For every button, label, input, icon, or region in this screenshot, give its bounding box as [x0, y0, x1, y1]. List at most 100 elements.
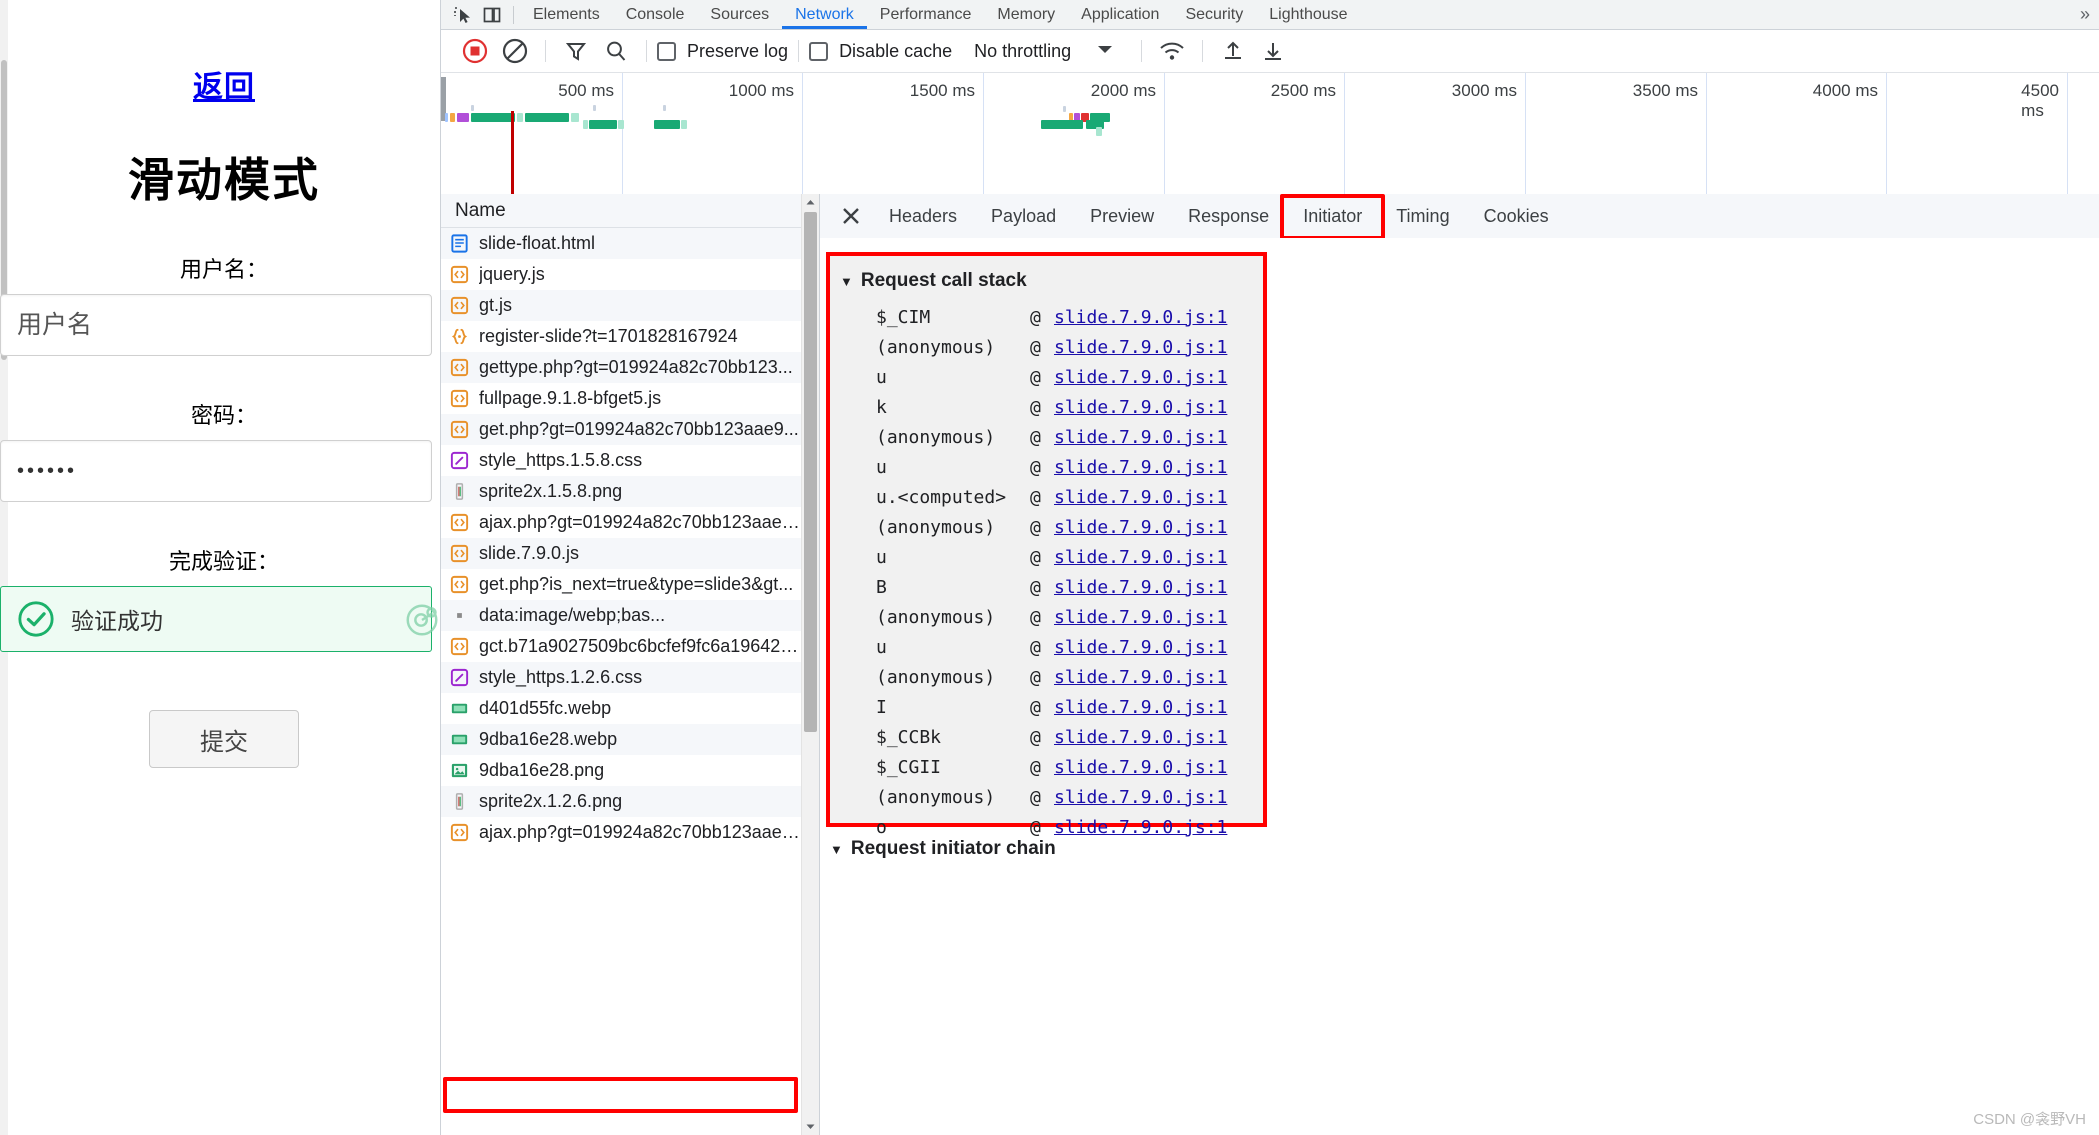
scroll-up-arrow-icon[interactable] [802, 194, 819, 211]
detail-tab-timing[interactable]: Timing [1379, 195, 1466, 238]
import-har-icon[interactable] [1213, 35, 1253, 67]
call-stack-source-link[interactable]: slide.7.9.0.js:1 [1054, 577, 1227, 598]
request-row[interactable]: sprite2x.1.5.8.png [441, 476, 802, 507]
call-stack-source-link[interactable]: slide.7.9.0.js:1 [1054, 787, 1227, 808]
submit-button[interactable]: 提交 [149, 710, 299, 768]
triangle-down-icon[interactable]: ▼ [840, 274, 853, 289]
preserve-log-checkbox[interactable]: Preserve log [657, 41, 788, 62]
request-row[interactable]: ajax.php?gt=019924a82c70bb123aae9... [441, 817, 802, 848]
triangle-down-icon[interactable]: ▼ [830, 842, 843, 857]
detail-tab-initiator[interactable]: Initiator [1286, 195, 1379, 238]
call-stack-source-link[interactable]: slide.7.9.0.js:1 [1054, 367, 1227, 388]
network-toolbar: Preserve log Disable cache No throttling [441, 30, 2099, 73]
network-conditions-icon[interactable] [1152, 35, 1192, 67]
back-link[interactable]: 返回 [8, 62, 440, 106]
request-name: get.php?gt=019924a82c70bb123aae9... [479, 419, 799, 439]
tab-security[interactable]: Security [1172, 1, 1256, 29]
call-stack-source-link[interactable]: slide.7.9.0.js:1 [1054, 697, 1227, 718]
call-stack-source-link[interactable]: slide.7.9.0.js:1 [1054, 727, 1227, 748]
disable-cache-checkbox[interactable]: Disable cache [809, 41, 952, 62]
call-stack-row: $_CGII @ slide.7.9.0.js:1 [830, 752, 1263, 782]
call-stack-source-link[interactable]: slide.7.9.0.js:1 [1054, 457, 1227, 478]
throttling-select[interactable]: No throttling [974, 41, 1071, 62]
call-stack-row: I @ slide.7.9.0.js:1 [830, 692, 1263, 722]
tab-lighthouse[interactable]: Lighthouse [1256, 1, 1360, 29]
page-scrollbar-track[interactable] [0, 0, 8, 1135]
tab-elements[interactable]: Elements [520, 1, 613, 29]
search-icon[interactable] [596, 35, 636, 67]
call-stack-source-link[interactable]: slide.7.9.0.js:1 [1054, 397, 1227, 418]
export-har-icon[interactable] [1253, 35, 1293, 67]
request-row[interactable]: get.php?is_next=true&type=slide3&gt... [441, 569, 802, 600]
request-row[interactable]: gettype.php?gt=019924a82c70bb123... [441, 352, 802, 383]
request-row[interactable]: 9dba16e28.png [441, 755, 802, 786]
script-icon [450, 575, 469, 594]
request-row[interactable]: 9dba16e28.webp [441, 724, 802, 755]
tab-performance[interactable]: Performance [867, 1, 985, 29]
request-row[interactable]: jquery.js [441, 259, 802, 290]
inspect-element-icon[interactable] [447, 3, 477, 27]
username-input[interactable]: 用户名 [0, 294, 432, 356]
requests-scrollbar[interactable] [801, 194, 819, 1135]
tab-network[interactable]: Network [782, 1, 867, 29]
call-stack-header[interactable]: ▼ Request call stack [830, 256, 1263, 302]
tab-sources[interactable]: Sources [697, 1, 782, 29]
preserve-log-box[interactable] [657, 41, 676, 61]
request-row[interactable]: sprite2x.1.2.6.png [441, 786, 802, 817]
overview-bar [618, 120, 624, 129]
request-name: gettype.php?gt=019924a82c70bb123... [479, 357, 793, 377]
detail-tab-cookies[interactable]: Cookies [1467, 195, 1566, 238]
call-stack-title: Request call stack [860, 270, 1027, 291]
network-overview-timeline[interactable]: 500 ms 1000 ms 1500 ms 2000 ms 2500 ms 3000 m… [441, 73, 2099, 196]
tab-console[interactable]: Console [613, 1, 698, 29]
call-stack-source-link[interactable]: slide.7.9.0.js:1 [1054, 427, 1227, 448]
request-row[interactable]: d401d55fc.webp [441, 693, 802, 724]
request-row[interactable]: fullpage.9.1.8-bfget5.js [441, 383, 802, 414]
request-row[interactable]: ajax.php?gt=019924a82c70bb123aae9... [441, 507, 802, 538]
call-stack-source-link[interactable]: slide.7.9.0.js:1 [1054, 817, 1227, 838]
scroll-down-arrow-icon[interactable] [802, 1118, 819, 1135]
disable-cache-box[interactable] [809, 41, 829, 61]
call-stack-source-link[interactable]: slide.7.9.0.js:1 [1054, 667, 1227, 688]
captcha-success-banner[interactable]: 验证成功 [0, 586, 438, 652]
tab-memory[interactable]: Memory [984, 1, 1068, 29]
call-stack-source-link[interactable]: slide.7.9.0.js:1 [1054, 487, 1227, 508]
call-stack-source-link[interactable]: slide.7.9.0.js:1 [1054, 517, 1227, 538]
chevron-double-right-icon[interactable]: » [2080, 4, 2099, 25]
request-row[interactable]: slide-float.html [441, 228, 802, 259]
record-stop-icon[interactable] [455, 35, 495, 67]
request-row[interactable]: data:image/webp;bas... [441, 600, 802, 631]
requests-column-header[interactable]: Name [441, 194, 819, 228]
tab-application[interactable]: Application [1068, 1, 1172, 29]
request-row[interactable]: gt.js [441, 290, 802, 321]
call-stack-source-link[interactable]: slide.7.9.0.js:1 [1054, 337, 1227, 358]
request-row[interactable]: style_https.1.5.8.css [441, 445, 802, 476]
filter-icon[interactable] [556, 35, 596, 67]
clear-network-log-icon[interactable] [495, 35, 535, 67]
request-row[interactable]: slide.7.9.0.js [441, 538, 802, 569]
call-stack-source-link[interactable]: slide.7.9.0.js:1 [1054, 607, 1227, 628]
detail-tab-headers[interactable]: Headers [872, 195, 974, 238]
call-stack-function: (anonymous) [876, 336, 996, 358]
detail-tab-response[interactable]: Response [1171, 195, 1286, 238]
password-input[interactable]: •••••• [0, 440, 432, 502]
call-stack-source-link[interactable]: slide.7.9.0.js:1 [1054, 547, 1227, 568]
call-stack-source-link[interactable]: slide.7.9.0.js:1 [1054, 757, 1227, 778]
requests-list[interactable]: slide-float.html jquery.js gt.js register-s… [441, 228, 802, 1135]
close-icon[interactable] [830, 195, 872, 237]
chevron-down-icon[interactable] [1093, 37, 1117, 66]
request-row[interactable]: style_https.1.2.6.css [441, 662, 802, 693]
request-row[interactable]: get.php?gt=019924a82c70bb123aae9... [441, 414, 802, 445]
request-name: data:image/webp;bas... [479, 605, 666, 625]
request-row[interactable]: gct.b71a9027509bc6bcfef9fc6a196424... [441, 631, 802, 662]
call-stack-row: u @ slide.7.9.0.js:1 [830, 362, 1263, 392]
toggle-device-toolbar-icon[interactable] [477, 3, 507, 27]
call-stack-source-link[interactable]: slide.7.9.0.js:1 [1054, 307, 1227, 328]
requests-scroll-thumb[interactable] [804, 212, 817, 732]
request-row[interactable]: register-slide?t=1701828167924 [441, 321, 802, 352]
refresh-icon[interactable] [403, 601, 440, 639]
detail-tab-payload[interactable]: Payload [974, 195, 1073, 238]
call-stack-source-link[interactable]: slide.7.9.0.js:1 [1054, 637, 1227, 658]
detail-tab-preview[interactable]: Preview [1073, 195, 1171, 238]
request-initiator-chain-header[interactable]: ▼ Request initiator chain [830, 838, 1056, 860]
